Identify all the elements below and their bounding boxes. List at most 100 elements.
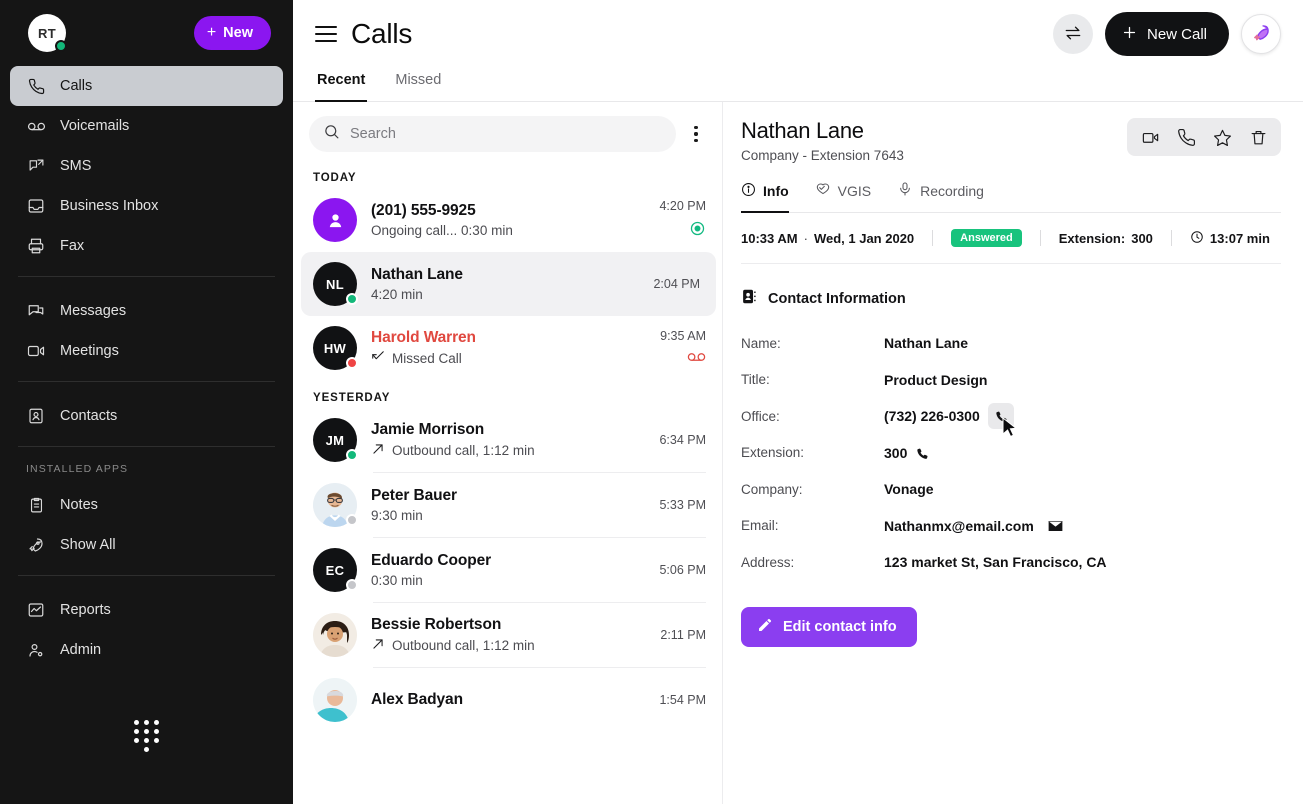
new-button[interactable]: + New	[193, 16, 271, 50]
sidebar-nav-primary: Calls Voicemails SMS Business Inbox Fax	[0, 62, 293, 266]
sidebar-item-fax[interactable]: Fax	[10, 226, 283, 266]
search-row	[293, 102, 722, 160]
call-list-scroll[interactable]: TODAY (201) 555-9925 Ongoing call... 0:3…	[293, 160, 722, 804]
call-meta-date: Wed, 1 Jan 2020	[813, 230, 915, 246]
search-box[interactable]	[309, 116, 676, 152]
call-detail-panel: Nathan Lane Company - Extension 7643 Inf…	[723, 102, 1303, 804]
call-item-right: 4:20 PM	[659, 199, 706, 242]
call-item-subtitle: 0:30 min	[371, 573, 645, 588]
detail-action-group	[1127, 118, 1281, 156]
admin-icon	[26, 640, 46, 660]
sidebar-item-messages[interactable]: Messages	[10, 291, 283, 331]
sidebar-item-show-all[interactable]: Show All	[10, 525, 283, 565]
call-item-subtitle: Outbound call, 1:12 min	[371, 637, 646, 654]
user-avatar[interactable]: RT	[28, 14, 67, 52]
star-icon[interactable]	[1207, 124, 1237, 150]
sidebar-item-admin[interactable]: Admin	[10, 630, 283, 670]
microphone-icon	[897, 181, 913, 200]
call-item-subtitle-text: Outbound call, 1:12 min	[392, 443, 535, 458]
call-list-item[interactable]: Peter Bauer 9:30 min 5:33 PM	[293, 473, 722, 537]
main-area: Calls New Call Recent Missed Search TODA…	[293, 0, 1303, 804]
transfer-call-button[interactable]	[1052, 14, 1093, 54]
contact-field-row: Title: Product Design	[741, 362, 1281, 399]
call-list-item[interactable]: Bessie Robertson Outbound call, 1:12 min…	[293, 603, 722, 667]
sidebar-item-business-inbox[interactable]: Business Inbox	[10, 186, 283, 226]
tab-info[interactable]: Info	[741, 181, 789, 213]
call-item-text: Bessie Robertson Outbound call, 1:12 min	[371, 616, 646, 654]
clock-icon	[1190, 230, 1204, 247]
hamburger-menu-icon[interactable]	[315, 26, 337, 42]
sidebar-item-voicemails[interactable]: Voicemails	[10, 106, 283, 146]
tab-recent[interactable]: Recent	[315, 68, 368, 102]
call-list-item[interactable]: NL Nathan Lane 4:20 min 2:04 PM	[301, 252, 716, 316]
tab-recording[interactable]: Recording	[897, 181, 984, 213]
presence-dot-busy	[346, 357, 358, 369]
detail-header-text: Nathan Lane Company - Extension 7643	[741, 118, 904, 163]
voicemail-icon[interactable]	[687, 350, 706, 368]
call-item-time: 5:06 PM	[659, 563, 706, 577]
plus-icon	[1121, 24, 1138, 45]
avatar: HW	[313, 326, 358, 370]
sidebar-item-label: Messages	[60, 303, 127, 319]
contact-field-label: Address:	[741, 554, 795, 570]
sidebar-item-meetings[interactable]: Meetings	[10, 331, 283, 371]
sidebar-item-reports[interactable]: Reports	[10, 590, 283, 630]
sms-icon	[26, 156, 46, 176]
send-email-button[interactable]	[1048, 520, 1063, 532]
sidebar-item-label: Reports	[60, 602, 111, 618]
phone-icon[interactable]	[1171, 124, 1201, 150]
launcher-button[interactable]	[1241, 14, 1281, 54]
trash-icon[interactable]	[1243, 124, 1273, 150]
sidebar-item-sms[interactable]: SMS	[10, 146, 283, 186]
day-header-yesterday: YESTERDAY	[313, 392, 391, 404]
call-list-item[interactable]: JM Jamie Morrison Outbound call, 1:12 mi…	[293, 408, 722, 472]
sidebar-item-label: Calls	[60, 78, 93, 94]
call-item-time: 1:54 PM	[659, 693, 706, 707]
call-list-item[interactable]: HW Harold Warren Missed Call 9:35 AM	[293, 316, 722, 380]
call-extension-button[interactable]	[915, 446, 929, 460]
call-office-number-button[interactable]	[987, 403, 1018, 438]
call-item-time: 9:35 AM	[660, 328, 706, 343]
avatar-photo	[313, 613, 357, 657]
sidebar-item-calls[interactable]: Calls	[10, 66, 283, 106]
contact-field-label: Office:	[741, 408, 780, 424]
contact-field-value-text: Vonage	[884, 481, 934, 498]
avatar	[313, 483, 358, 527]
call-list-item[interactable]: Alex Badyan 1:54 PM	[293, 668, 722, 732]
call-list-item[interactable]: EC Eduardo Cooper 0:30 min 5:06 PM	[293, 538, 722, 602]
call-item-text: Jamie Morrison Outbound call, 1:12 min	[371, 421, 645, 459]
sidebar-item-contacts[interactable]: Contacts	[10, 396, 283, 436]
contact-field-row: Extension: 300	[741, 435, 1281, 472]
sidebar-item-notes[interactable]: Notes	[10, 485, 283, 525]
tab-vgis[interactable]: VGIS	[815, 181, 871, 213]
phone-icon	[26, 76, 46, 96]
avatar-person-placeholder	[313, 198, 357, 242]
presence-dot-offline	[346, 514, 358, 526]
call-list-item[interactable]: (201) 555-9925 Ongoing call... 0:30 min …	[293, 188, 722, 252]
search-input[interactable]	[350, 126, 662, 142]
sidebar-divider-3	[18, 446, 275, 447]
tab-missed[interactable]: Missed	[393, 68, 443, 102]
new-call-button[interactable]: New Call	[1104, 12, 1229, 56]
call-meta-dot: ·	[803, 230, 808, 246]
sidebar-item-label: SMS	[60, 158, 92, 174]
sidebar-item-label: Admin	[60, 642, 102, 658]
day-header-today: TODAY	[313, 172, 357, 184]
video-icon[interactable]	[1135, 124, 1165, 150]
edit-contact-info-button[interactable]: Edit contact info	[741, 606, 917, 647]
contact-field-value: Vonage	[884, 481, 934, 497]
contact-field-row: Email: Nathanmx@email.com	[741, 508, 1281, 545]
list-options-menu-icon[interactable]	[684, 122, 708, 146]
ongoing-record-icon[interactable]	[689, 220, 706, 242]
dialpad-button[interactable]	[0, 720, 293, 752]
avatar: EC	[313, 548, 358, 592]
missed-call-icon	[371, 350, 385, 367]
call-item-right: 2:11 PM	[660, 628, 706, 642]
dialpad-icon	[134, 720, 160, 752]
call-item-name: Alex Badyan	[371, 691, 463, 708]
top-bar-actions: New Call	[1052, 12, 1281, 56]
call-item-subtitle-text: 4:20 min	[371, 287, 423, 302]
call-item-subtitle-text: Ongoing call... 0:30 min	[371, 223, 513, 238]
outbound-call-icon	[371, 637, 385, 654]
top-bar: Calls New Call	[293, 0, 1303, 68]
